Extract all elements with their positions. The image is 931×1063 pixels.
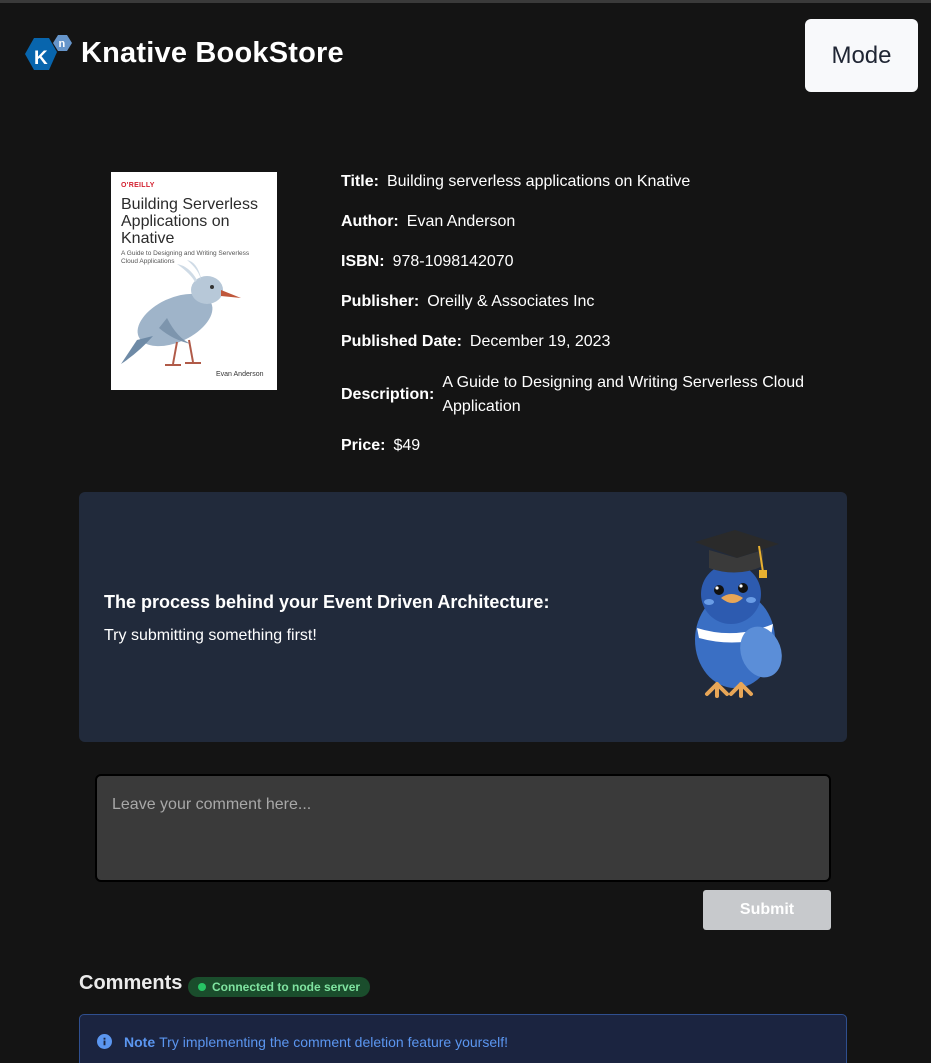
detail-label: Author: [341, 213, 399, 230]
mode-toggle-button[interactable]: Mode [805, 19, 918, 92]
brand-title: Knative BookStore [81, 37, 344, 69]
detail-label: ISBN: [341, 253, 385, 270]
cover-publisher: O'REILLY [121, 182, 155, 189]
detail-isbn: ISBN: 978-1098142070 [341, 253, 514, 271]
detail-value: 978-1098142070 [392, 253, 514, 270]
event-architecture-banner: The process behind your Event Driven Arc… [79, 492, 847, 742]
note-alert: Note Try implementing the comment deletio… [79, 1014, 847, 1063]
detail-value: Evan Anderson [406, 213, 516, 230]
svg-text:K: K [34, 48, 48, 69]
bird-illustration-icon [121, 260, 241, 366]
connection-status-text: Connected to node server [212, 980, 361, 994]
detail-label: Publisher: [341, 293, 420, 310]
status-dot-icon [198, 983, 206, 991]
knative-logo-icon: K n [22, 34, 74, 78]
detail-label: Price: [341, 437, 386, 454]
detail-publisher: Publisher: Oreilly & Associates Inc [341, 293, 594, 311]
svg-text:n: n [59, 38, 66, 50]
knative-mascot-icon [695, 530, 782, 698]
detail-author: Author: Evan Anderson [341, 213, 515, 231]
banner-text: Try submitting something first! [104, 627, 317, 644]
banner-heading: The process behind your Event Driven Arc… [104, 592, 550, 612]
detail-published-date: Published Date: December 19, 2023 [341, 333, 610, 351]
detail-label: Title: [341, 173, 379, 190]
cover-title: Building Serverless Applications on Knat… [121, 196, 258, 247]
detail-label: Published Date: [341, 333, 462, 350]
book-cover-image: O'REILLY Building Serverless Application… [111, 172, 277, 390]
connection-status-badge: Connected to node server [188, 977, 371, 997]
note-message: Try implementing the comment deletion fe… [159, 1034, 508, 1050]
comments-heading: Comments [79, 972, 183, 994]
detail-title: Title: Building serverless applications … [341, 173, 690, 191]
comment-input[interactable] [95, 774, 831, 882]
detail-value: $49 [393, 437, 421, 454]
info-icon [97, 1034, 112, 1049]
detail-value: December 19, 2023 [469, 333, 611, 350]
detail-value: A Guide to Designing and Writing Serverl… [442, 374, 805, 415]
top-border [0, 0, 931, 3]
detail-price: Price: $49 [341, 437, 420, 455]
submit-button[interactable]: Submit [703, 890, 831, 930]
detail-value: Oreilly & Associates Inc [427, 293, 595, 310]
detail-value: Building serverless applications on Knat… [386, 173, 691, 190]
cover-author: Evan Anderson [216, 371, 264, 378]
detail-label: Description: [341, 386, 435, 403]
note-text: Note Try implementing the comment deletio… [124, 1034, 508, 1050]
detail-description: Description: A Guide to Designing and Wr… [341, 371, 832, 419]
note-label: Note [124, 1034, 156, 1050]
